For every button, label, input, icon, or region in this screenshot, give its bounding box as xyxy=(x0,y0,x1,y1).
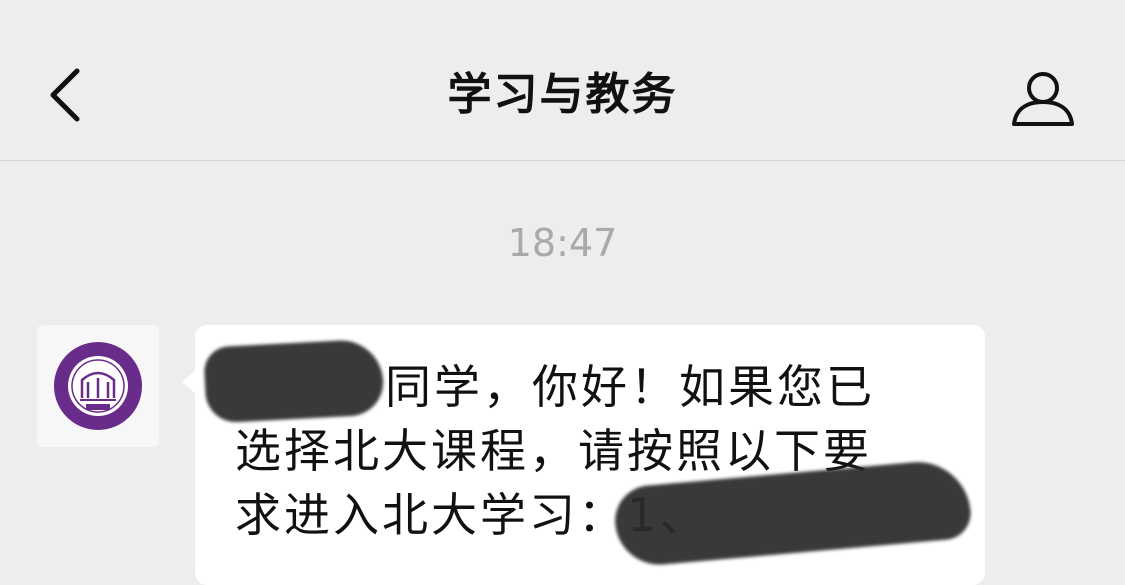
message-timestamp: 18:47 xyxy=(507,221,618,265)
profile-button[interactable] xyxy=(1000,58,1085,138)
redaction-scribble xyxy=(203,338,385,424)
bubble-tail xyxy=(182,370,196,394)
message-text-line: 选择北大课程，请按照以下要 xyxy=(235,424,872,478)
university-seal-icon xyxy=(54,342,142,430)
sender-avatar[interactable] xyxy=(37,325,159,447)
navigation-bar: 学习与教务 xyxy=(0,0,1125,161)
message-bubble[interactable]: 同学，你好！如果您已 选择北大课程，请按照以下要 求进入北大学习：1、 xyxy=(182,325,985,585)
user-icon xyxy=(1011,72,1074,126)
message-text-line: 同学，你好！如果您已 xyxy=(385,360,875,414)
page-title: 学习与教务 xyxy=(447,69,678,120)
